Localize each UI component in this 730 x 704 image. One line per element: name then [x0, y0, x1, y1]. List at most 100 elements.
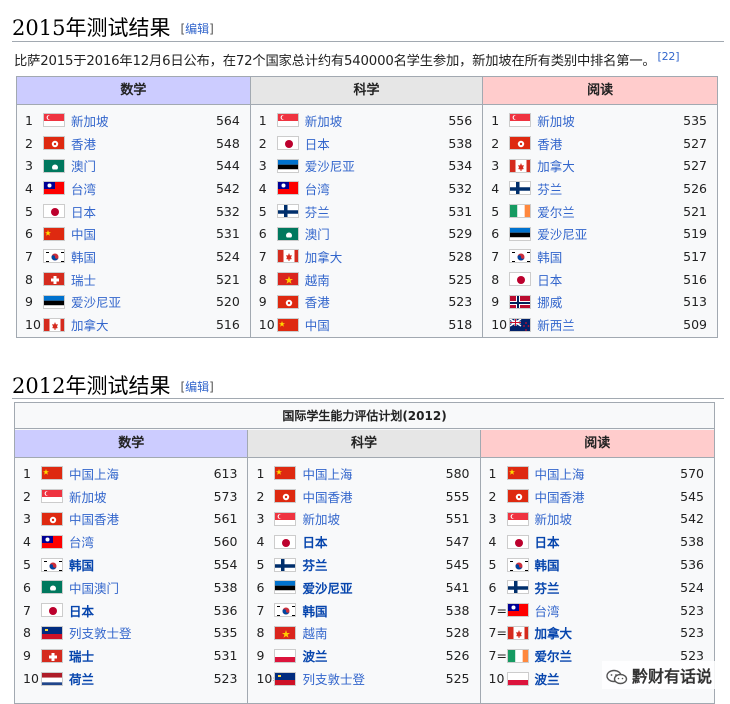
- rank: 3: [258, 158, 267, 174]
- score: 542: [215, 180, 240, 196]
- country-link[interactable]: 澳门: [71, 156, 210, 175]
- score: 554: [213, 557, 238, 573]
- country-link[interactable]: 越南: [302, 623, 439, 642]
- flag-macau-icon: [276, 226, 299, 241]
- flag-korea-icon: [509, 249, 532, 264]
- country-link[interactable]: 列支敦士登: [302, 669, 439, 688]
- flag-china-icon: [274, 466, 297, 481]
- column-header-math: 数学: [17, 77, 250, 105]
- country-link[interactable]: 加拿大: [305, 247, 442, 266]
- edit-link-2012[interactable]: [编辑]: [180, 380, 213, 394]
- country-link[interactable]: 瑞士: [71, 270, 210, 289]
- country-link[interactable]: 香港: [537, 134, 677, 153]
- country-link[interactable]: 爱沙尼亚: [305, 156, 442, 175]
- flag-korea-icon: [506, 557, 529, 572]
- rank: 10: [491, 317, 508, 333]
- country-link[interactable]: 越南: [305, 270, 442, 289]
- rank: 1: [258, 112, 267, 128]
- rows-science: 1 新加坡 556 2 日本 538 3 爱沙尼亚 534 4 台湾 532 5 芬兰 531 6 澳门 529 7…: [251, 105, 482, 336]
- country-link[interactable]: 加拿大: [535, 623, 674, 642]
- country-link[interactable]: 台湾: [305, 179, 442, 198]
- country-link[interactable]: 芬兰: [305, 202, 442, 221]
- country-link[interactable]: 中国香港: [69, 509, 207, 528]
- country-link[interactable]: 韩国: [302, 601, 439, 620]
- country-link[interactable]: 中国上海: [535, 464, 674, 483]
- country-link[interactable]: 新西兰: [537, 315, 677, 334]
- table-row: 3 新加坡 551: [248, 508, 479, 531]
- country-link[interactable]: 波兰: [302, 646, 439, 665]
- table-row: 10 中国 518: [251, 313, 482, 336]
- country-link[interactable]: 中国香港: [535, 487, 674, 506]
- country-link[interactable]: 台湾: [71, 179, 210, 198]
- country-link[interactable]: 澳门: [305, 224, 442, 243]
- country-link[interactable]: 芬兰: [535, 578, 674, 597]
- table-row: 6 爱沙尼亚 541: [248, 576, 479, 599]
- country-link[interactable]: 爱尔兰: [537, 202, 677, 221]
- table-row: 4 日本 547: [248, 530, 479, 553]
- score: 544: [215, 158, 240, 174]
- table-row: 8 瑞士 521: [17, 268, 250, 291]
- country-link[interactable]: 韩国: [69, 555, 207, 574]
- table-row: 5 爱尔兰 521: [483, 200, 717, 223]
- country-link[interactable]: 中国: [71, 224, 210, 243]
- country-link[interactable]: 爱沙尼亚: [302, 578, 439, 597]
- country-link[interactable]: 香港: [71, 134, 210, 153]
- country-link[interactable]: 芬兰: [302, 555, 439, 574]
- score: 531: [448, 203, 473, 219]
- country-link[interactable]: 新加坡: [535, 509, 674, 528]
- table-row: 6 芬兰 524: [481, 576, 714, 599]
- rank: 7: [23, 602, 31, 618]
- country-link[interactable]: 日本: [537, 270, 677, 289]
- score: 517: [683, 248, 707, 264]
- wechat-icon: [606, 669, 628, 685]
- country-link[interactable]: 台湾: [69, 532, 207, 551]
- country-link[interactable]: 瑞士: [69, 646, 207, 665]
- country-link[interactable]: 中国: [305, 315, 442, 334]
- country-link[interactable]: 韩国: [535, 555, 674, 574]
- rank: 1: [491, 112, 500, 128]
- country-link[interactable]: 新加坡: [537, 111, 677, 130]
- country-link[interactable]: 日本: [69, 601, 207, 620]
- score: 545: [680, 488, 704, 504]
- country-link[interactable]: 爱沙尼亚: [537, 224, 677, 243]
- country-link[interactable]: 中国香港: [302, 487, 439, 506]
- column-header-science: 科学: [250, 77, 483, 105]
- flag-estonia-icon: [509, 226, 532, 241]
- rank: 10: [488, 671, 505, 687]
- reference-link[interactable]: [22]: [658, 50, 680, 63]
- country-link[interactable]: 新加坡: [302, 509, 439, 528]
- flag-hong-kong-icon: [41, 511, 63, 526]
- flag-canada-icon: [276, 249, 299, 264]
- country-link[interactable]: 韩国: [71, 247, 210, 266]
- country-link[interactable]: 新加坡: [71, 111, 210, 130]
- country-link[interactable]: 列支敦士登: [69, 623, 207, 642]
- country-link[interactable]: 芬兰: [537, 179, 677, 198]
- column-header-reading: 阅读: [483, 77, 717, 105]
- country-link[interactable]: 韩国: [537, 247, 677, 266]
- flag-vietnam-icon: [276, 272, 299, 287]
- country-link[interactable]: 挪威: [537, 292, 677, 311]
- edit-link-2015[interactable]: [编辑]: [180, 22, 213, 36]
- section-title-2015: 2015年测试结果: [12, 16, 171, 40]
- country-link[interactable]: 中国澳门: [69, 578, 207, 597]
- country-link[interactable]: 加拿大: [71, 315, 210, 334]
- country-link[interactable]: 爱沙尼亚: [71, 292, 210, 311]
- rank: 7: [258, 248, 267, 264]
- country-link[interactable]: 中国上海: [302, 464, 439, 483]
- country-link[interactable]: 台湾: [535, 601, 674, 620]
- country-link[interactable]: 日本: [535, 532, 674, 551]
- table-row: 7 韩国 517: [483, 245, 717, 268]
- country-link[interactable]: 荷兰: [69, 669, 207, 688]
- country-link[interactable]: 日本: [302, 532, 439, 551]
- table-row: 5 芬兰 531: [251, 200, 482, 223]
- country-link[interactable]: 新加坡: [305, 111, 442, 130]
- country-link[interactable]: 日本: [71, 202, 210, 221]
- score: 535: [213, 625, 238, 641]
- country-link[interactable]: 加拿大: [537, 156, 677, 175]
- country-link[interactable]: 新加坡: [69, 487, 207, 506]
- score: 524: [680, 579, 704, 595]
- table-row: 6 中国 531: [17, 222, 250, 245]
- country-link[interactable]: 香港: [305, 292, 442, 311]
- country-link[interactable]: 中国上海: [69, 464, 207, 483]
- country-link[interactable]: 日本: [305, 134, 442, 153]
